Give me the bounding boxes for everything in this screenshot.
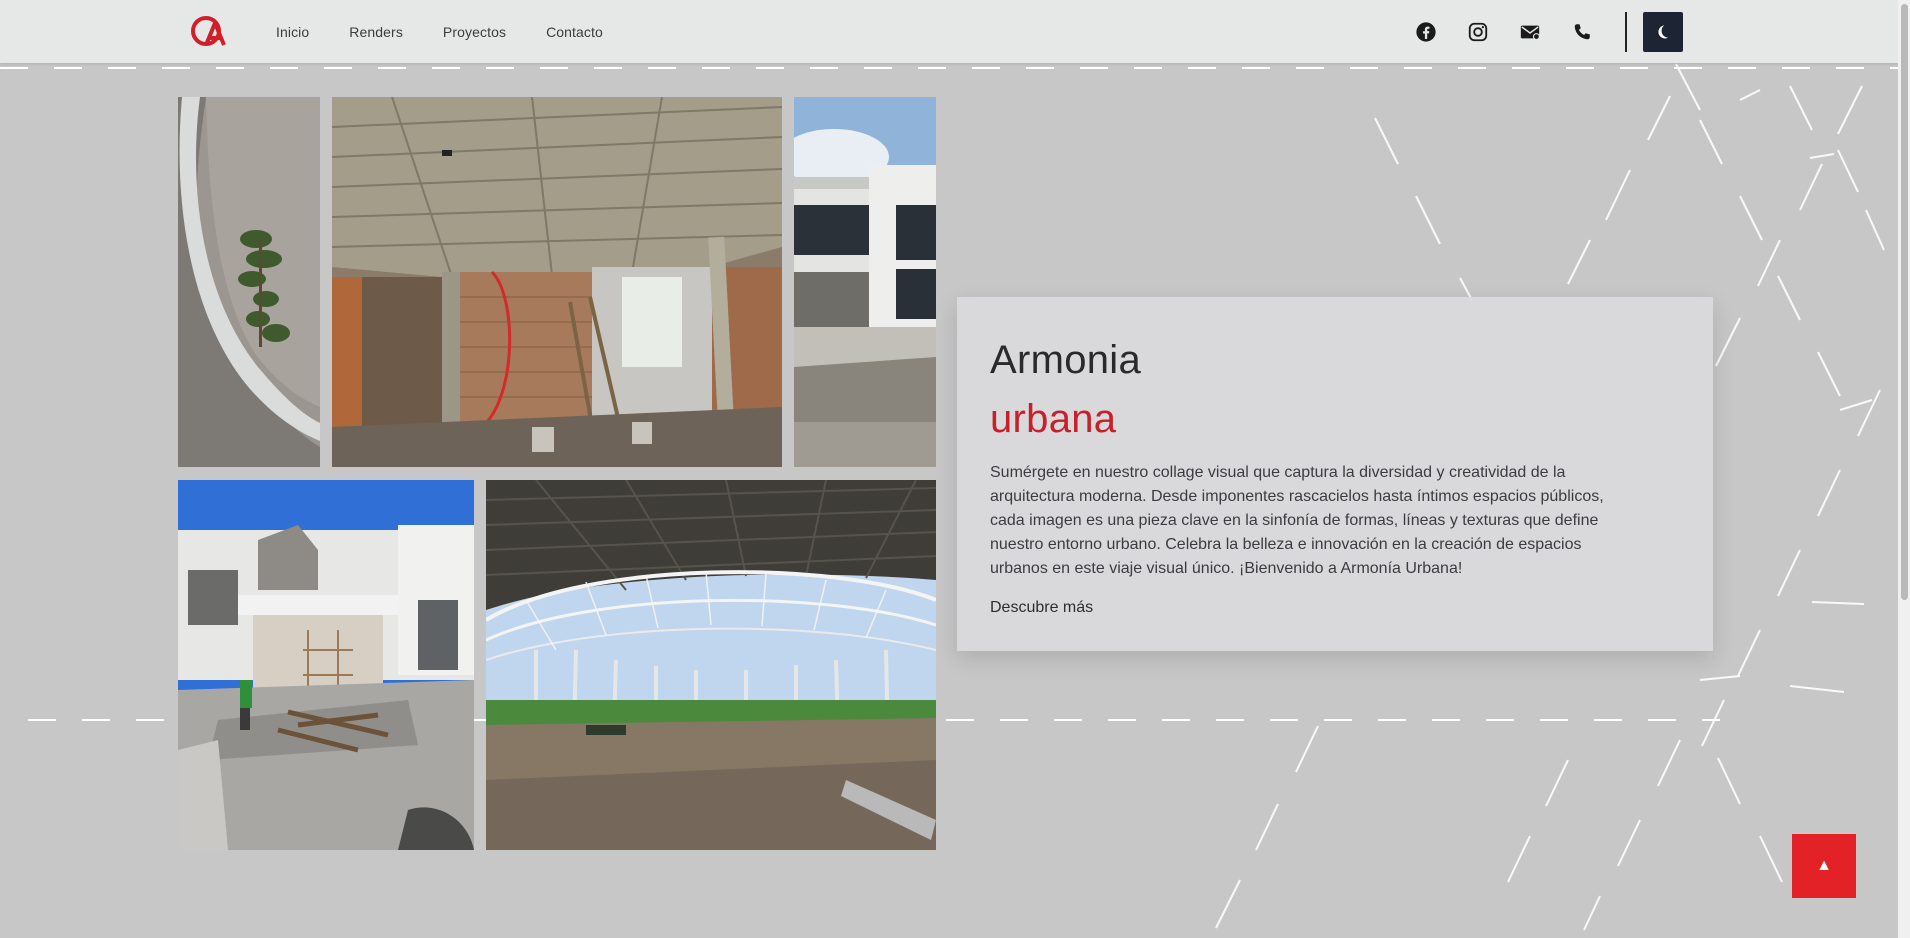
instagram-icon[interactable]	[1466, 20, 1490, 44]
gallery-photo-curved-wall[interactable]	[178, 97, 320, 467]
card-description: Sumérgete en nuestro collage visual que …	[990, 464, 1604, 577]
facebook-icon[interactable]	[1414, 20, 1438, 44]
logo-icon[interactable]	[190, 13, 226, 49]
arrow-up-icon: ▲	[1816, 857, 1832, 874]
discover-more-link[interactable]: Descubre más	[990, 599, 1093, 617]
nav-link-inicio[interactable]: Inicio	[276, 24, 309, 40]
mail-icon[interactable]	[1518, 20, 1542, 44]
scrollbar-thumb[interactable]	[1901, 4, 1908, 600]
gallery-photo-concrete-ceiling[interactable]	[332, 97, 782, 467]
navbar: Inicio Renders Proyectos Contacto	[0, 0, 1898, 63]
nav-link-renders[interactable]: Renders	[349, 24, 403, 40]
info-card: Armonia urbana Sumérgete en nuestro coll…	[957, 297, 1713, 651]
phone-icon[interactable]	[1570, 20, 1594, 44]
nav-divider	[1625, 12, 1627, 52]
social-icons	[1414, 0, 1622, 63]
card-title: Armonia	[990, 338, 1142, 382]
gallery-photo-white-house[interactable]	[178, 480, 474, 850]
moon-icon	[1658, 25, 1668, 39]
nav-link-proyectos[interactable]: Proyectos	[443, 24, 506, 40]
theme-toggle-button[interactable]	[1643, 12, 1683, 52]
gallery-photo-steel-structure[interactable]	[486, 480, 936, 850]
nav-link-contacto[interactable]: Contacto	[546, 24, 603, 40]
gallery-photo-modern-facade[interactable]	[794, 97, 936, 467]
nav-links: Inicio Renders Proyectos Contacto	[276, 0, 643, 63]
back-to-top-button[interactable]: ▲	[1792, 834, 1856, 898]
card-subtitle: urbana	[990, 397, 1117, 441]
